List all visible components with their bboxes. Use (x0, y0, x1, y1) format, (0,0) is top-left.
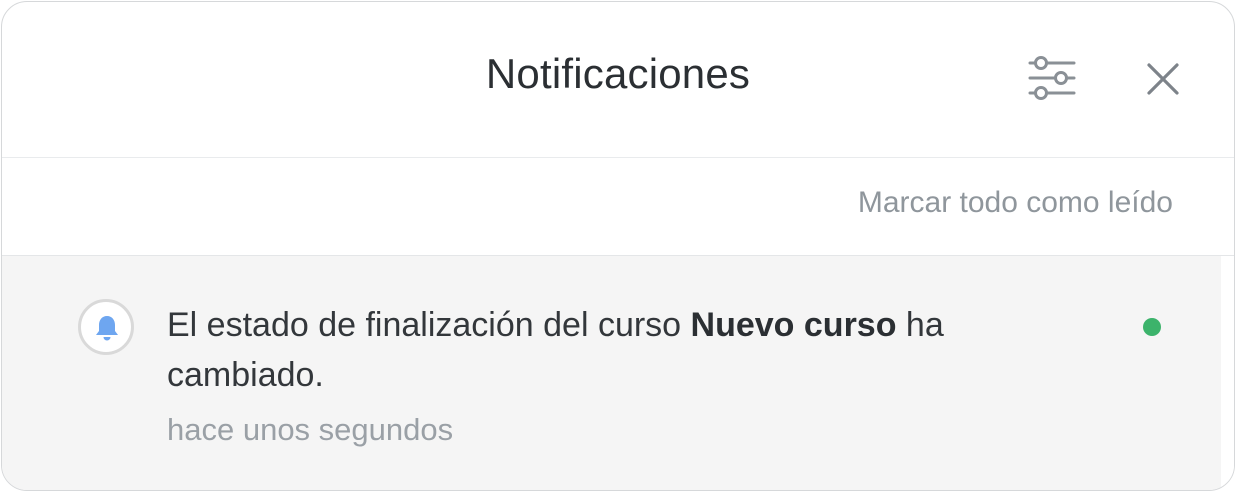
notifications-panel: Notificaciones Marcar todo como leído El… (1, 1, 1235, 491)
scrollbar-track[interactable] (1221, 256, 1234, 490)
sliders-icon (1028, 56, 1076, 100)
bell-icon (96, 316, 118, 341)
notification-message-start: El estado de finalización del curso (167, 306, 691, 344)
notification-course-name: Nuevo curso (690, 306, 897, 344)
notification-time: hace unos segundos (167, 412, 454, 447)
close-icon (1147, 63, 1179, 95)
notification-avatar (78, 299, 134, 355)
actions-row: Marcar todo como leído (2, 158, 1234, 256)
mark-all-read-link[interactable]: Marcar todo como leído (858, 186, 1173, 220)
panel-header: Notificaciones (2, 2, 1234, 158)
notification-settings-button[interactable] (1024, 54, 1080, 102)
unread-indicator[interactable] (1143, 318, 1161, 336)
close-button[interactable] (1138, 54, 1188, 104)
notification-list: El estado de finalización del curso Nuev… (2, 256, 1221, 490)
notification-message: El estado de finalización del curso Nuev… (167, 300, 1067, 400)
